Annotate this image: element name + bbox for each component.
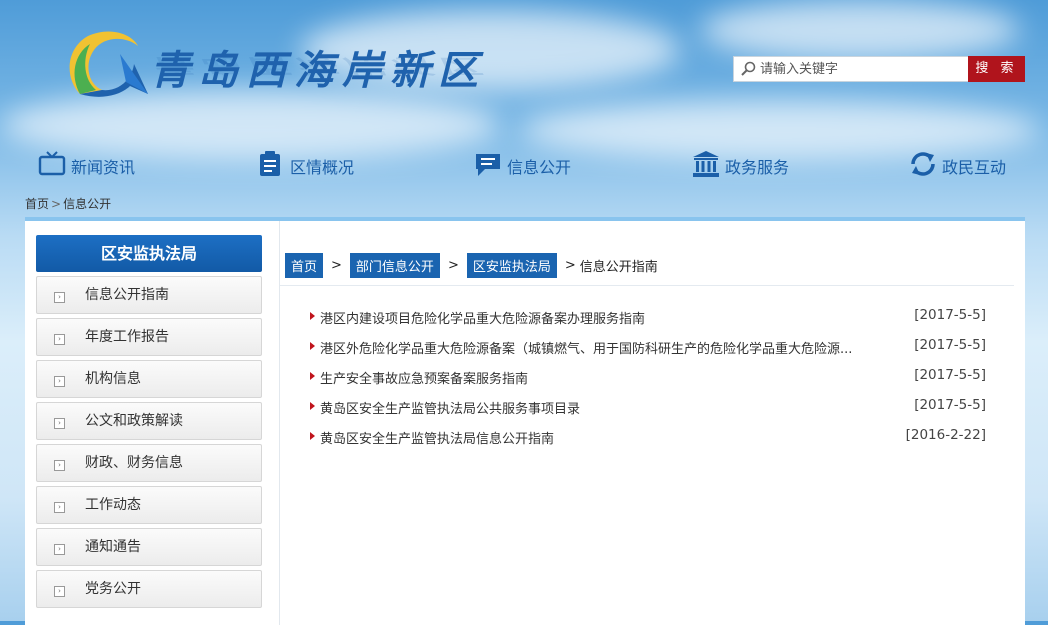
bullet-arrow-icon	[310, 402, 315, 410]
sidebar-item-label: 机构信息	[85, 371, 141, 387]
crumb-separator: >	[447, 258, 459, 273]
site-logo[interactable]	[60, 24, 150, 108]
sidebar-item-label: 信息公开指南	[85, 287, 169, 303]
sidebar-item-annual-report[interactable]: › 年度工作报告	[36, 318, 262, 356]
list-item: 黄岛区安全生产监管执法局公共服务事项目录 [2017-5-5]	[310, 393, 986, 423]
clipboard-icon	[257, 150, 290, 182]
nav-item-info[interactable]: 信息公开	[474, 146, 571, 186]
nav-label: 新闻资讯	[71, 158, 136, 177]
sidebar-item-finance[interactable]: › 财政、财务信息	[36, 444, 262, 482]
list-item: 黄岛区安全生产监管执法局信息公开指南 [2016-2-22]	[310, 423, 986, 453]
sidebar-item-label: 公文和政策解读	[85, 413, 183, 429]
search-bar: 搜 索	[733, 56, 1025, 82]
sidebar-item-notices[interactable]: › 通知通告	[36, 528, 262, 566]
nav-item-overview[interactable]: 区情概况	[257, 146, 354, 186]
article-link[interactable]: 黄岛区安全生产监管执法局公共服务事项目录	[320, 398, 895, 417]
article-date: [2017-5-5]	[914, 367, 986, 383]
article-date: [2016-2-22]	[905, 427, 986, 443]
sidebar-item-guide[interactable]: › 信息公开指南	[36, 276, 262, 314]
article-list: 港区内建设项目危险化学品重大危险源备案办理服务指南 [2017-5-5] 港区外…	[310, 303, 986, 453]
breadcrumb-home-link[interactable]: 首页	[25, 197, 49, 211]
bullet-arrow-icon	[310, 342, 315, 350]
search-button[interactable]: 搜 索	[968, 56, 1025, 82]
breadcrumb-current[interactable]: 信息公开	[63, 197, 111, 211]
expand-box-icon: ›	[54, 586, 65, 597]
nav-item-interaction[interactable]: 政民互动	[909, 146, 1006, 186]
cloud-decoration	[700, 0, 1020, 60]
crumb-home-link[interactable]: 首页	[285, 253, 324, 278]
main-panel: 区安监执法局 › 信息公开指南 › 年度工作报告 › 机构信息 › 公文和政策解读 › 财…	[25, 217, 1025, 625]
content-breadcrumb: 首页 > 部门信息公开 > 区安监执法局 > 信息公开指南	[280, 237, 1014, 286]
list-item: 港区内建设项目危险化学品重大危险源备案办理服务指南 [2017-5-5]	[310, 303, 986, 333]
sidebar-item-news[interactable]: › 工作动态	[36, 486, 262, 524]
site-title-reflection: 青岛西海岸新区	[150, 54, 486, 78]
crumb-current: 信息公开指南	[579, 260, 658, 275]
sidebar-title: 区安监执法局	[36, 235, 262, 272]
nav-label: 政务服务	[725, 158, 790, 177]
expand-box-icon: ›	[54, 544, 65, 555]
building-icon	[692, 150, 725, 182]
list-item: 港区外危险化学品重大危险源备案（城镇燃气、用于国防科研生产的危险化学品重大危险源…	[310, 333, 986, 363]
sidebar-item-label: 党务公开	[85, 581, 141, 597]
sidebar: 区安监执法局 › 信息公开指南 › 年度工作报告 › 机构信息 › 公文和政策解读 › 财…	[36, 235, 262, 608]
nav-item-services[interactable]: 政务服务	[692, 146, 789, 186]
article-date: [2017-5-5]	[914, 307, 986, 323]
bullet-arrow-icon	[310, 372, 315, 380]
article-link[interactable]: 港区外危险化学品重大危险源备案（城镇燃气、用于国防科研生产的危险化学品重大危险源…	[320, 338, 895, 357]
crumb-separator: >	[331, 258, 342, 273]
expand-box-icon: ›	[54, 418, 65, 429]
tv-icon	[38, 150, 71, 182]
sidebar-item-party[interactable]: › 党务公开	[36, 570, 262, 608]
expand-box-icon: ›	[54, 292, 65, 303]
chat-icon	[474, 150, 507, 182]
search-box	[733, 56, 969, 82]
article-link[interactable]: 黄岛区安全生产监管执法局信息公开指南	[320, 428, 895, 447]
expand-box-icon: ›	[54, 502, 65, 513]
list-item: 生产安全事故应急预案备案服务指南 [2017-5-5]	[310, 363, 986, 393]
content-area: 首页 > 部门信息公开 > 区安监执法局 > 信息公开指南 港区内建设项目危险化…	[279, 221, 1015, 625]
refresh-icon	[909, 150, 942, 182]
search-icon	[740, 61, 756, 77]
crumb-dept-info-link[interactable]: 部门信息公开	[349, 253, 440, 278]
sidebar-item-label: 财政、财务信息	[85, 455, 183, 471]
nav-label: 信息公开	[507, 158, 572, 177]
sidebar-item-policy[interactable]: › 公文和政策解读	[36, 402, 262, 440]
article-date: [2017-5-5]	[914, 337, 986, 353]
sidebar-item-org-info[interactable]: › 机构信息	[36, 360, 262, 398]
article-link[interactable]: 港区内建设项目危险化学品重大危险源备案办理服务指南	[320, 308, 895, 327]
expand-box-icon: ›	[54, 376, 65, 387]
bullet-arrow-icon	[310, 432, 315, 440]
expand-box-icon: ›	[54, 334, 65, 345]
search-input[interactable]	[760, 59, 964, 79]
crumb-separator: >	[564, 258, 576, 273]
article-date: [2017-5-5]	[914, 397, 986, 413]
breadcrumb-separator: >	[51, 197, 62, 211]
nav-item-news[interactable]: 新闻资讯	[38, 146, 135, 186]
article-link[interactable]: 生产安全事故应急预案备案服务指南	[320, 368, 895, 387]
sidebar-item-label: 工作动态	[85, 497, 141, 513]
sidebar-item-label: 年度工作报告	[85, 329, 169, 345]
nav-label: 政民互动	[942, 158, 1007, 177]
nav-label: 区情概况	[290, 158, 355, 177]
bullet-arrow-icon	[310, 312, 315, 320]
crumb-bureau-link[interactable]: 区安监执法局	[466, 253, 557, 278]
main-nav: 新闻资讯 区情概况 信息公开 政务服务 政民互动	[0, 146, 1048, 186]
sidebar-item-label: 通知通告	[85, 539, 141, 555]
expand-box-icon: ›	[54, 460, 65, 471]
breadcrumb: 首页 > 信息公开	[25, 195, 111, 212]
